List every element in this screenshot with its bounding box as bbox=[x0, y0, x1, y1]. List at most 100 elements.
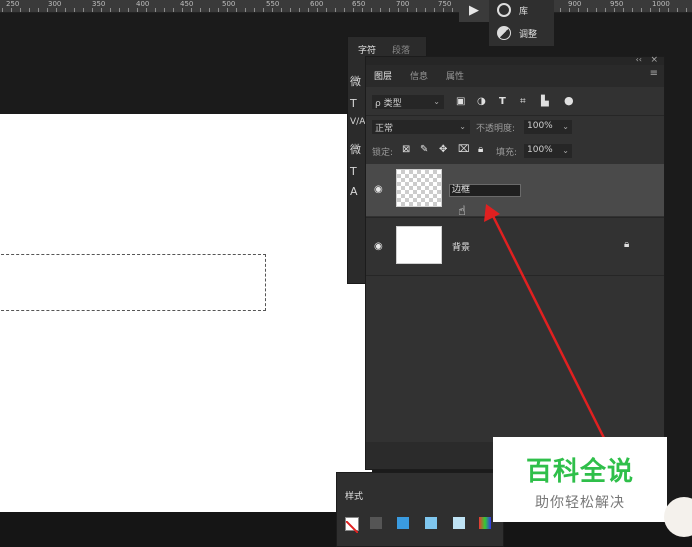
style-swatch[interactable] bbox=[397, 517, 409, 529]
lock-image-pixels-icon[interactable]: ✎ bbox=[420, 144, 428, 155]
layer-row[interactable]: ◉ 边框 ☝ bbox=[366, 164, 664, 219]
creative-cloud-library-icon bbox=[497, 3, 511, 17]
ruler-mark bbox=[281, 8, 282, 12]
font-icon: 微 bbox=[350, 75, 361, 88]
fill-field[interactable]: 100% ⌄ bbox=[524, 144, 572, 158]
filter-toggle-icon[interactable]: ● bbox=[564, 94, 574, 107]
ruler-mark bbox=[263, 8, 264, 12]
tab-info[interactable]: 信息 bbox=[410, 69, 428, 82]
ruler-mark bbox=[155, 8, 156, 12]
divider bbox=[366, 275, 664, 276]
ruler-tick-label: 900 bbox=[568, 0, 582, 8]
layer-row[interactable]: ◉ 背景 🔒︎ bbox=[366, 221, 664, 273]
filter-kind-select[interactable]: ρ 类型 ⌄ bbox=[372, 95, 444, 109]
layer-thumbnail bbox=[396, 226, 442, 264]
style-swatch[interactable] bbox=[479, 517, 491, 529]
ruler-mark bbox=[569, 8, 570, 12]
ruler-mark bbox=[353, 8, 354, 12]
ruler-mark bbox=[29, 8, 30, 12]
ruler-mark bbox=[236, 8, 237, 12]
lock-all-icon[interactable]: 🔒︎ bbox=[478, 144, 483, 155]
close-icon[interactable]: × bbox=[650, 55, 658, 65]
lock-transparent-pixels-icon[interactable]: ⊠ bbox=[402, 144, 410, 155]
ruler-mark bbox=[596, 8, 597, 12]
ruler-mark bbox=[146, 8, 147, 12]
ruler-mark bbox=[344, 8, 345, 12]
ruler-tick-label: 500 bbox=[222, 0, 236, 8]
ruler-tick-label: 250 bbox=[6, 0, 20, 8]
lock-position-icon[interactable]: ✥ bbox=[439, 144, 447, 155]
ruler-mark bbox=[371, 8, 372, 12]
ruler-mark bbox=[659, 8, 660, 12]
filter-kind-label: ρ 类型 bbox=[375, 99, 402, 109]
layer-name-input[interactable]: 边框 bbox=[449, 184, 521, 197]
style-swatch-none[interactable] bbox=[345, 517, 359, 534]
ruler-mark bbox=[578, 8, 579, 12]
chevron-down-icon: ⌄ bbox=[562, 122, 569, 131]
panel-menu-icon[interactable]: ≡ bbox=[650, 68, 658, 79]
lock-artboard-icon[interactable]: ⌧ bbox=[458, 144, 470, 155]
ruler-mark bbox=[74, 8, 75, 12]
ruler-mark bbox=[434, 8, 435, 12]
blend-mode-value: 正常 bbox=[375, 124, 394, 134]
opacity-field[interactable]: 100% ⌄ bbox=[524, 120, 572, 134]
eye-icon[interactable]: ◉ bbox=[374, 184, 383, 195]
ruler-tick-label: 1000 bbox=[652, 0, 670, 8]
layer-thumbnail bbox=[396, 169, 442, 207]
shape-filter-icon[interactable]: ⌗ bbox=[520, 96, 526, 107]
ruler-mark bbox=[119, 8, 120, 12]
tab-properties[interactable]: 属性 bbox=[446, 69, 464, 82]
library-item[interactable]: 库 bbox=[497, 3, 528, 17]
library-item-label: 库 bbox=[519, 6, 529, 17]
style-swatch[interactable] bbox=[370, 517, 382, 529]
document-canvas[interactable] bbox=[0, 114, 372, 512]
image-filter-icon[interactable]: ▣ bbox=[456, 96, 465, 107]
ruler-mark bbox=[416, 8, 417, 12]
tab-layers[interactable]: 图层 bbox=[374, 69, 392, 82]
eye-icon[interactable]: ◉ bbox=[374, 241, 383, 252]
type-filter-icon[interactable]: T bbox=[499, 96, 506, 107]
ruler-tick-label: 550 bbox=[266, 0, 280, 8]
style-swatch[interactable] bbox=[453, 517, 465, 529]
adjustment-filter-icon[interactable]: ◑ bbox=[477, 96, 486, 107]
ruler-mark bbox=[110, 8, 111, 12]
ruler-mark bbox=[650, 8, 651, 12]
tab-character[interactable]: 字符 bbox=[358, 43, 376, 56]
ruler-mark bbox=[677, 8, 678, 12]
ruler-mark bbox=[191, 8, 192, 12]
ruler-mark bbox=[11, 8, 12, 12]
ruler-mark bbox=[47, 8, 48, 12]
ruler-mark bbox=[272, 8, 273, 12]
ruler-tick-label: 600 bbox=[310, 0, 324, 8]
panel-title-bar: ‹‹ × bbox=[366, 55, 664, 65]
ruler-mark bbox=[299, 8, 300, 12]
divider bbox=[366, 217, 664, 218]
scale-icon: 微 bbox=[350, 143, 361, 156]
watermark-title: 百科全说 bbox=[525, 457, 634, 487]
opacity-value: 100% bbox=[527, 121, 553, 131]
ruler-mark bbox=[335, 8, 336, 12]
ruler-mark bbox=[92, 8, 93, 12]
ruler-mark bbox=[614, 8, 615, 12]
adjustments-item[interactable]: 调整 bbox=[497, 26, 537, 40]
tab-paragraph[interactable]: 段落 bbox=[392, 43, 410, 56]
horizontal-ruler: 250 300 350 400 450 500 550 600 650 700 750 900 950 1… bbox=[0, 0, 692, 13]
fill-value: 100% bbox=[527, 145, 553, 155]
ruler-mark bbox=[227, 8, 228, 12]
collapse-icon[interactable]: ‹‹ bbox=[636, 55, 642, 64]
watermark-logo: 百科全说 助你轻松解决 bbox=[493, 437, 667, 522]
baseline-shift-icon: A bbox=[350, 185, 358, 198]
style-swatch[interactable] bbox=[425, 517, 437, 529]
library-panel: 库 调整 bbox=[489, 0, 554, 46]
ruler-mark bbox=[407, 8, 408, 12]
layers-panel: ‹‹ × 图层 信息 属性 ≡ ρ 类型 ⌄ ▣ ◑ T ⌗ ▙ ● 正常 ⌄ … bbox=[365, 55, 665, 470]
opacity-label: 不透明度: bbox=[476, 124, 516, 134]
ruler-mark bbox=[254, 8, 255, 12]
play-icon[interactable]: ▶ bbox=[459, 0, 489, 22]
blend-mode-select[interactable]: 正常 ⌄ bbox=[372, 120, 470, 134]
ruler-mark bbox=[128, 8, 129, 12]
ruler-mark bbox=[2, 8, 3, 12]
smart-object-filter-icon[interactable]: ▙ bbox=[541, 96, 549, 107]
ruler-mark bbox=[20, 8, 21, 12]
ruler-mark bbox=[101, 8, 102, 12]
